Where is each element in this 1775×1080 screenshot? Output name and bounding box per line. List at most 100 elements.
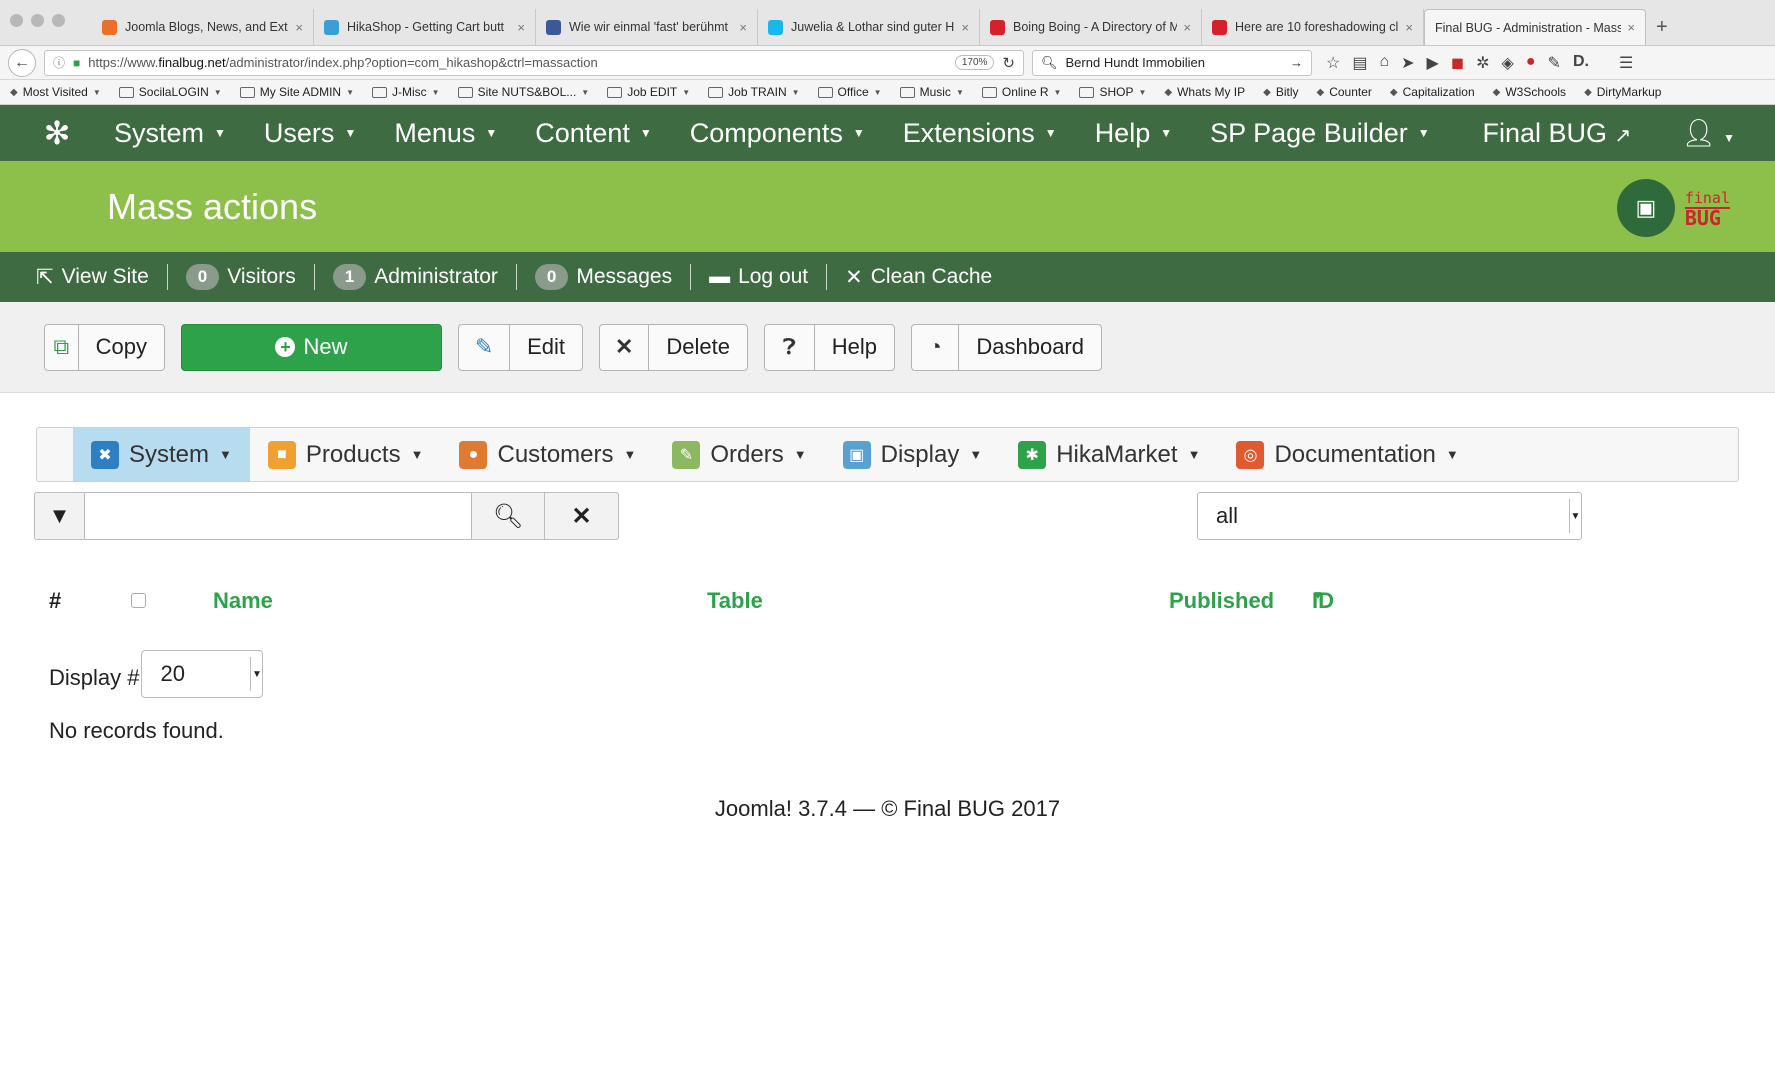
caret-down-icon: ▼ [623,447,637,462]
browser-tab[interactable]: Wie wir einmal 'fast' berühmt × [536,9,758,45]
caret-down-icon: ▼ [1417,126,1430,140]
d-icon[interactable]: D. [1573,53,1589,73]
copy-button[interactable]: ⧉ Copy [44,323,165,371]
close-tab-icon[interactable]: × [961,20,969,35]
menu-users[interactable]: Users ▼ [264,118,356,149]
hika-menu-system[interactable]: ✖ System ▼ [73,428,250,481]
clean-cache-link[interactable]: ✕ Clean Cache [845,265,992,290]
bookmark-item[interactable]: Music ▼ [899,85,964,99]
bookmark-item[interactable]: Job EDIT ▼ [607,85,690,99]
minimize-window-button[interactable] [31,14,44,27]
bookmark-item[interactable]: ◆ Capitalization [1390,85,1475,99]
user-menu[interactable]: 👤︎ ▼ [1681,117,1735,149]
new-button[interactable]: + New [181,323,442,371]
bookmark-item[interactable]: ◆ Whats My IP [1164,85,1245,99]
menu-menus[interactable]: Menus ▼ [394,118,497,149]
adblock-icon[interactable]: ● [1526,53,1536,73]
bookmark-item[interactable]: Site NUTS&BOL... ▼ [457,85,590,99]
help-button[interactable]: ❓︎ Help [764,323,895,371]
close-tab-icon[interactable]: × [1405,20,1413,35]
dashboard-button[interactable]: ◔ Dashboard [911,323,1102,371]
hika-menu-orders[interactable]: ✎ Orders ▼ [654,428,824,481]
search-button[interactable]: 🔍︎ [472,493,545,539]
bookmark-item[interactable]: My Site ADMIN ▼ [239,85,354,99]
close-tab-icon[interactable]: × [517,20,525,35]
edit-button[interactable]: ✎ Edit [458,323,583,371]
address-bar[interactable]: ⓘ ■ https://www.finalbug.net/administrat… [44,49,1024,76]
extension-icon[interactable]: ◼ [1451,53,1464,73]
menu-sp-page-builder[interactable]: SP Page Builder ▼ [1210,118,1430,149]
delete-button[interactable]: ✕ Delete [599,323,748,371]
pocket-icon[interactable]: ◈ [1502,53,1514,73]
close-tab-icon[interactable]: × [1183,20,1191,35]
clear-search-button[interactable]: ✕ [545,493,618,539]
filter-search-input[interactable] [85,493,472,539]
hika-menu-display[interactable]: ▣ Display ▼ [825,428,1001,481]
close-tab-icon[interactable]: × [295,20,303,35]
go-arrow-icon[interactable]: → [1290,55,1303,70]
back-button[interactable]: ← [8,48,36,77]
administrator-link[interactable]: 1 Administrator [332,264,498,290]
hika-menu-customers[interactable]: ● Customers ▼ [441,428,654,481]
display-limit-select[interactable]: 20 ▼ [141,650,264,698]
bookmark-item[interactable]: SocilaLOGIN ▼ [118,85,222,99]
bookmark-item[interactable]: ◆ Bitly [1263,85,1298,99]
col-published[interactable]: Published [1169,588,1274,614]
menu-content[interactable]: Content ▼ [535,118,651,149]
bookmark-item[interactable]: SHOP ▼ [1079,85,1146,99]
browser-tab[interactable]: Final BUG - Administration - Mass × [1424,9,1646,45]
send-icon[interactable]: ➤ [1401,53,1414,73]
bookmark-item[interactable]: Office ▼ [817,85,882,99]
bookmark-item[interactable]: Online R ▼ [981,85,1061,99]
col-name[interactable]: Name [213,588,273,614]
browser-nav-bar: ← ⓘ ■ https://www.finalbug.net/administr… [0,46,1775,80]
hika-menu-hikamarket[interactable]: ✱ HikaMarket ▼ [1000,428,1218,481]
close-tab-icon[interactable]: × [739,20,747,35]
bookmark-item[interactable]: J-Misc ▼ [372,85,440,99]
hika-menu-label: HikaMarket [1056,440,1178,468]
messages-link[interactable]: 0 Messages [534,264,672,290]
bookmark-item[interactable]: ◆ Counter [1317,85,1372,99]
new-tab-button[interactable]: + [1646,9,1678,45]
menu-extensions[interactable]: Extensions ▼ [903,118,1057,149]
browser-search-field[interactable]: 🔍︎ Bernd Hundt Immobilien → [1032,49,1312,76]
zoom-indicator[interactable]: 170% [954,55,995,70]
col-table[interactable]: Table [707,588,763,614]
home-icon[interactable]: ⌂ [1379,53,1389,73]
hika-menu-documentation[interactable]: ◎ Documentation ▼ [1218,428,1476,481]
bug-icon[interactable]: ✲ [1476,53,1489,73]
folder-icon [372,86,387,98]
hikashop-menu: ✖ System ▼ ■ Products ▼ ● Customers ▼ ✎ Orders ▼ ▣ Di… [36,427,1739,482]
hika-menu-products[interactable]: ■ Products ▼ [250,428,442,481]
browser-tab[interactable]: Juwelia & Lothar sind guter H × [758,9,980,45]
joomla-logo-icon[interactable]: ✻ [40,116,74,150]
bookmark-item[interactable]: ◆ DirtyMarkup [1584,85,1661,99]
search-icon: 🔍︎ [1041,54,1058,70]
bookmark-item[interactable]: Job TRAIN ▼ [708,85,800,99]
maximize-window-button[interactable] [52,14,65,27]
bookmark-item[interactable]: ◆ Most Visited ▼ [10,85,101,99]
caret-down-icon: ▼ [581,87,590,97]
reload-icon[interactable]: ↻ [1002,54,1015,72]
hamburger-menu-icon[interactable]: ☰ [1619,53,1633,73]
visitors-link[interactable]: 0 Visitors [185,264,296,290]
youtube-icon[interactable]: ▶ [1427,53,1439,73]
menu-components[interactable]: Components ▼ [690,118,865,149]
published-state-select[interactable]: all ▼ [1197,492,1582,540]
close-window-button[interactable] [10,14,23,27]
bookmark-item[interactable]: ◆ W3Schools [1493,85,1566,99]
browser-tab[interactable]: Boing Boing - A Directory of M × [980,9,1202,45]
browser-tab[interactable]: HikaShop - Getting Cart butt × [314,9,536,45]
menu-help[interactable]: Help ▼ [1095,118,1172,149]
reading-list-icon[interactable]: ▤ [1352,53,1367,73]
view-site-link[interactable]: ⇱ View Site [36,265,149,290]
bookmark-favicon-icon: ◆ [1584,86,1592,98]
close-tab-icon[interactable]: × [1627,20,1635,35]
site-link[interactable]: Final BUG ↗ [1482,118,1631,149]
eyedropper-icon[interactable]: ✎ [1548,53,1561,73]
browser-tab[interactable]: Joomla Blogs, News, and Ext × [92,9,314,45]
star-icon[interactable]: ☆ [1326,53,1340,73]
browser-tab[interactable]: Here are 10 foreshadowing cl × [1202,9,1424,45]
menu-system[interactable]: System ▼ [114,118,226,149]
logout-link[interactable]: ▬ Log out [709,265,808,289]
